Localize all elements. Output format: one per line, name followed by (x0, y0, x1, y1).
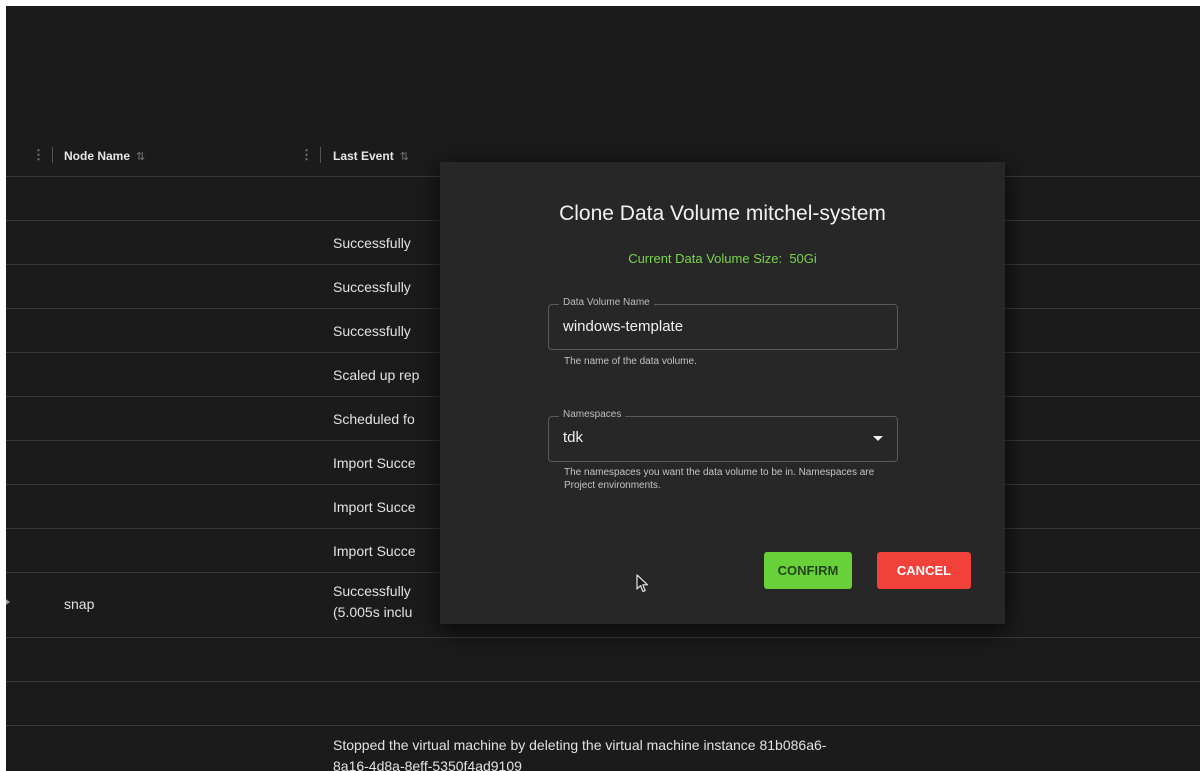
sort-icon[interactable]: ⇅ (400, 151, 409, 163)
column-divider[interactable] (320, 147, 321, 163)
namespaces-helper: The namespaces you want the data volume … (564, 467, 875, 491)
last-event-cell: Import Succe (333, 455, 416, 471)
last-event-cell-line2: (5.005s inclu (333, 604, 413, 620)
namespaces-label: Namespaces (559, 409, 626, 420)
column-header-last-event[interactable]: Last Event ⇅ (333, 149, 409, 163)
column-menu-icon[interactable]: ⋮ (300, 148, 313, 161)
table-row[interactable] (6, 682, 1200, 726)
column-menu-icon[interactable]: ⋮ (32, 148, 45, 161)
data-volume-name-label: Data Volume Name (559, 297, 654, 308)
last-event-cell-line2: 8a16-4d8a-8eff-5350f4ad9109 (333, 758, 522, 771)
current-size-label: Current Data Volume Size: (628, 251, 783, 266)
events-table-panel: ⋮ Node Name ⇅ ⋮ Last Event ⇅ Successfully … (6, 6, 1200, 771)
node-name-cell: snap (64, 596, 95, 612)
last-event-cell: Import Succe (333, 543, 416, 559)
data-volume-name-input[interactable]: windows-template (563, 318, 683, 335)
clone-data-volume-dialog: Clone Data Volume mitchel-system Current… (440, 162, 1005, 624)
current-size-value: 50Gi (789, 251, 817, 266)
last-event-cell: Successfully (333, 323, 411, 339)
data-volume-name-helper: The name of the data volume. (564, 356, 697, 367)
last-event-cell: Successfully (333, 235, 411, 251)
row-expand-icon[interactable] (6, 599, 10, 605)
confirm-button[interactable]: CONFIRM (764, 552, 852, 589)
dropdown-arrow-icon[interactable] (873, 436, 883, 441)
dialog-title: Clone Data Volume mitchel-system (559, 202, 886, 225)
table-row[interactable] (6, 638, 1200, 682)
mouse-pointer-icon (636, 574, 649, 593)
data-volume-name-field[interactable]: Data Volume Name windows-template (548, 297, 898, 350)
sort-icon[interactable]: ⇅ (136, 151, 145, 163)
current-size-text: Current Data Volume Size: 50Gi (440, 251, 1005, 266)
column-header-node-name[interactable]: Node Name ⇅ (64, 149, 145, 163)
column-divider[interactable] (52, 147, 53, 163)
table-row[interactable]: Stopped the virtual machine by deleting … (6, 726, 1200, 771)
last-event-cell: Scaled up rep (333, 367, 420, 383)
cancel-button[interactable]: CANCEL (877, 552, 971, 589)
namespaces-select[interactable]: Namespaces tdk (548, 409, 898, 462)
last-event-cell: Successfully (333, 279, 411, 295)
last-event-cell: Scheduled fo (333, 411, 415, 427)
last-event-cell: Successfully (333, 583, 411, 599)
column-header-label: Last Event (333, 149, 394, 163)
last-event-cell: Stopped the virtual machine by deleting … (333, 737, 827, 753)
namespaces-value[interactable]: tdk (563, 429, 583, 446)
last-event-cell: Import Succe (333, 499, 416, 515)
column-header-label: Node Name (64, 149, 131, 163)
